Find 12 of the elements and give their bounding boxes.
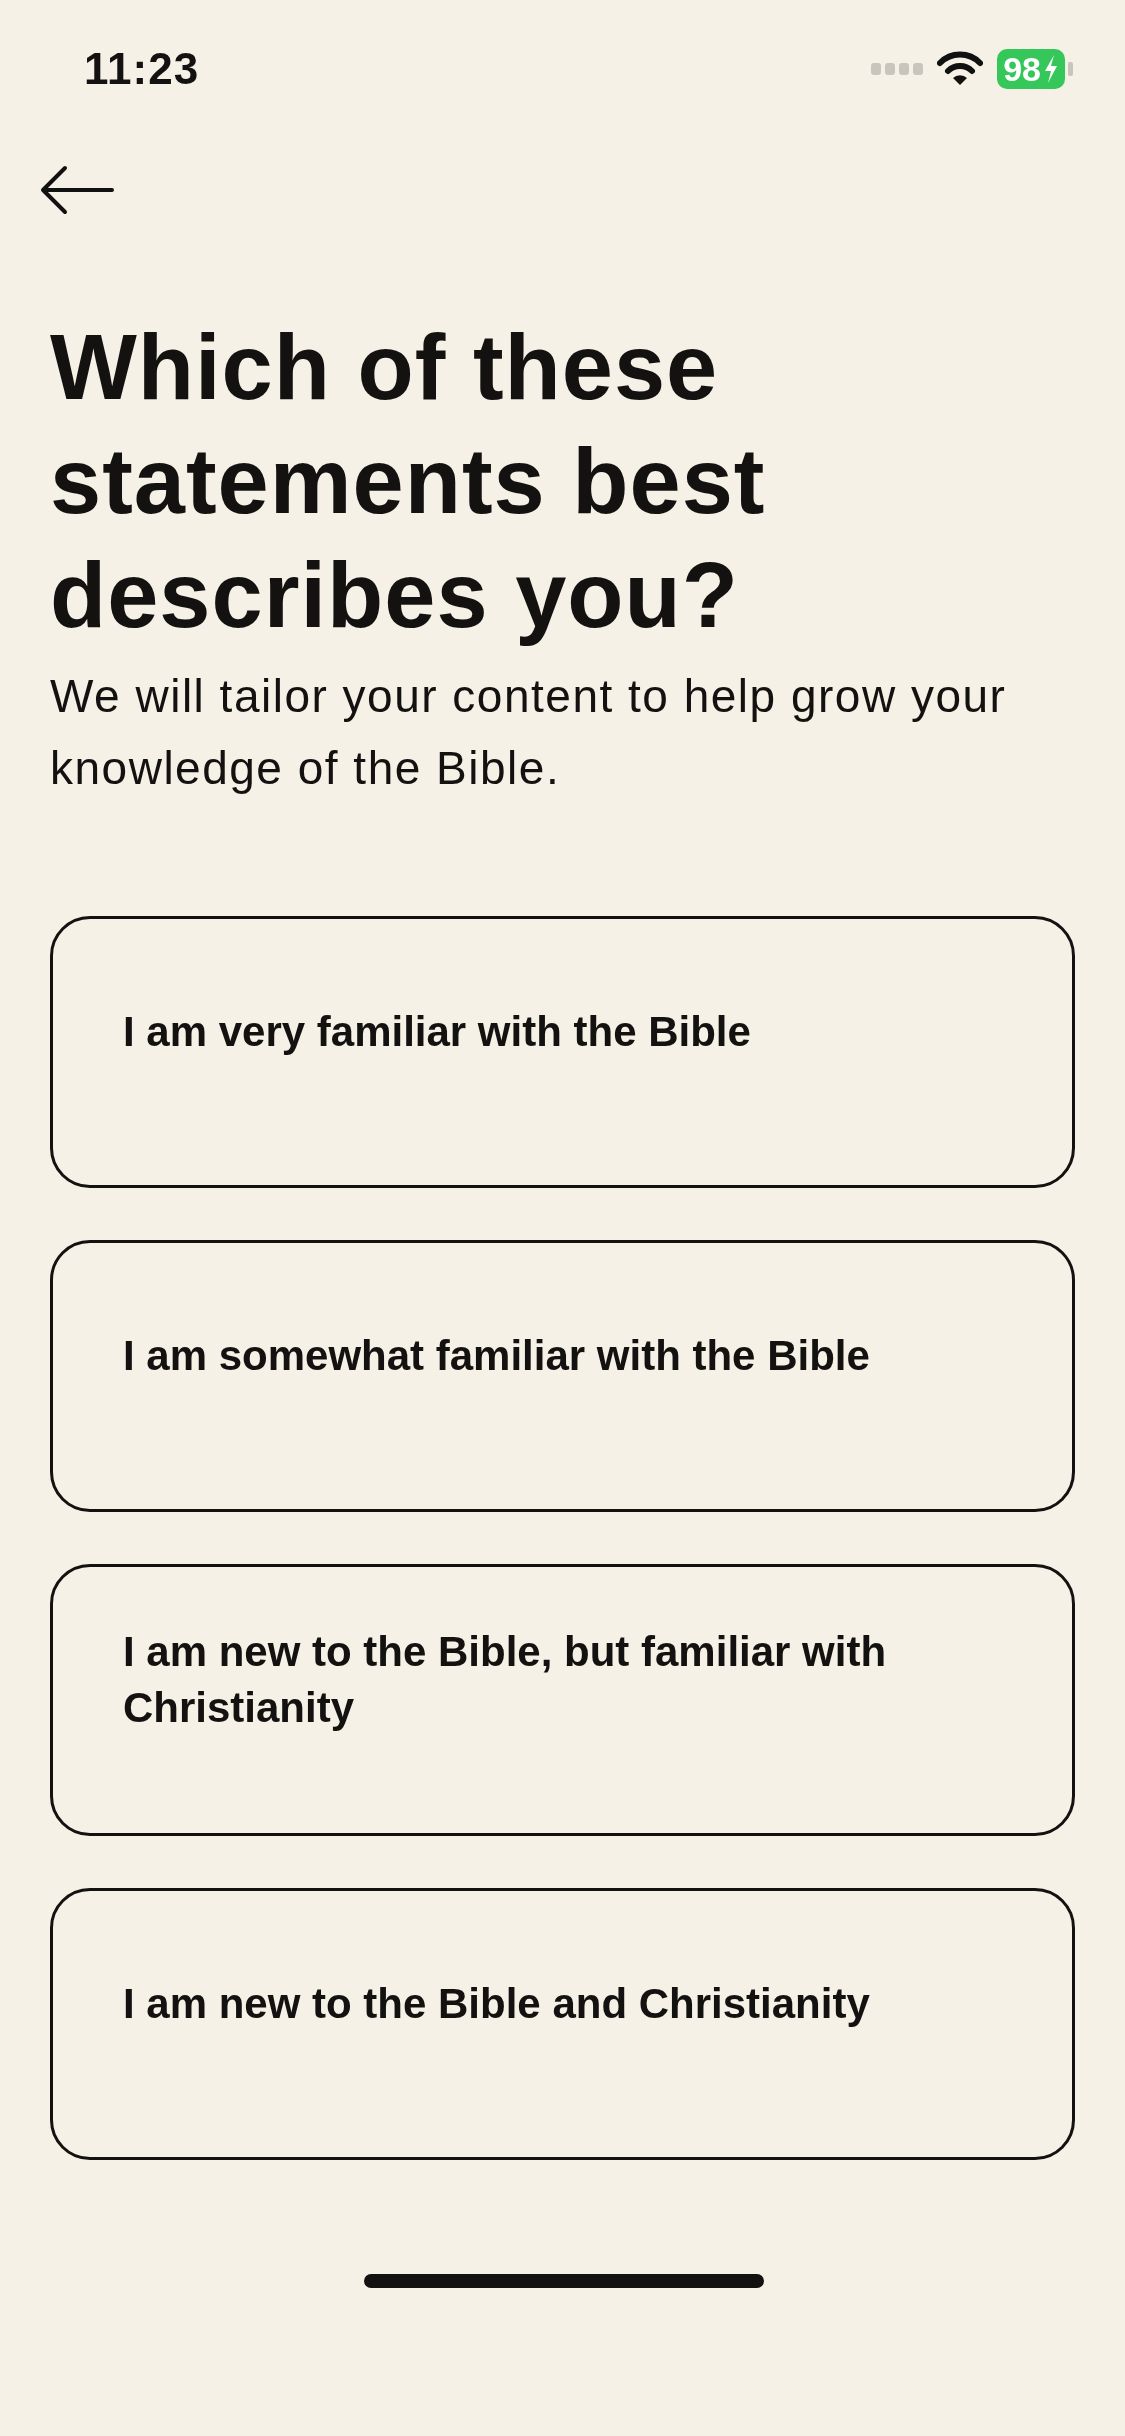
signal-icon: [871, 63, 924, 75]
answer-option[interactable]: I am very familiar with the Bible: [50, 916, 1075, 1188]
battery-indicator: 98: [997, 49, 1065, 89]
wifi-icon: [937, 51, 984, 87]
battery-cap-icon: [1068, 62, 1073, 76]
answer-option[interactable]: I am new to the Bible and Christianity: [50, 1888, 1075, 2160]
question-title: Which of these statements best describes you?: [50, 315, 767, 648]
answer-option[interactable]: I am somewhat familiar with the Bible: [50, 1240, 1075, 1512]
back-arrow-icon: [40, 165, 114, 215]
answer-option[interactable]: I am new to the Bible, but familiar with Christianity: [50, 1564, 1075, 1836]
status-time: 11:23: [84, 44, 200, 94]
question-subtitle: We will tailor your content to help grow your knowledge of the Bible.: [50, 669, 1008, 796]
